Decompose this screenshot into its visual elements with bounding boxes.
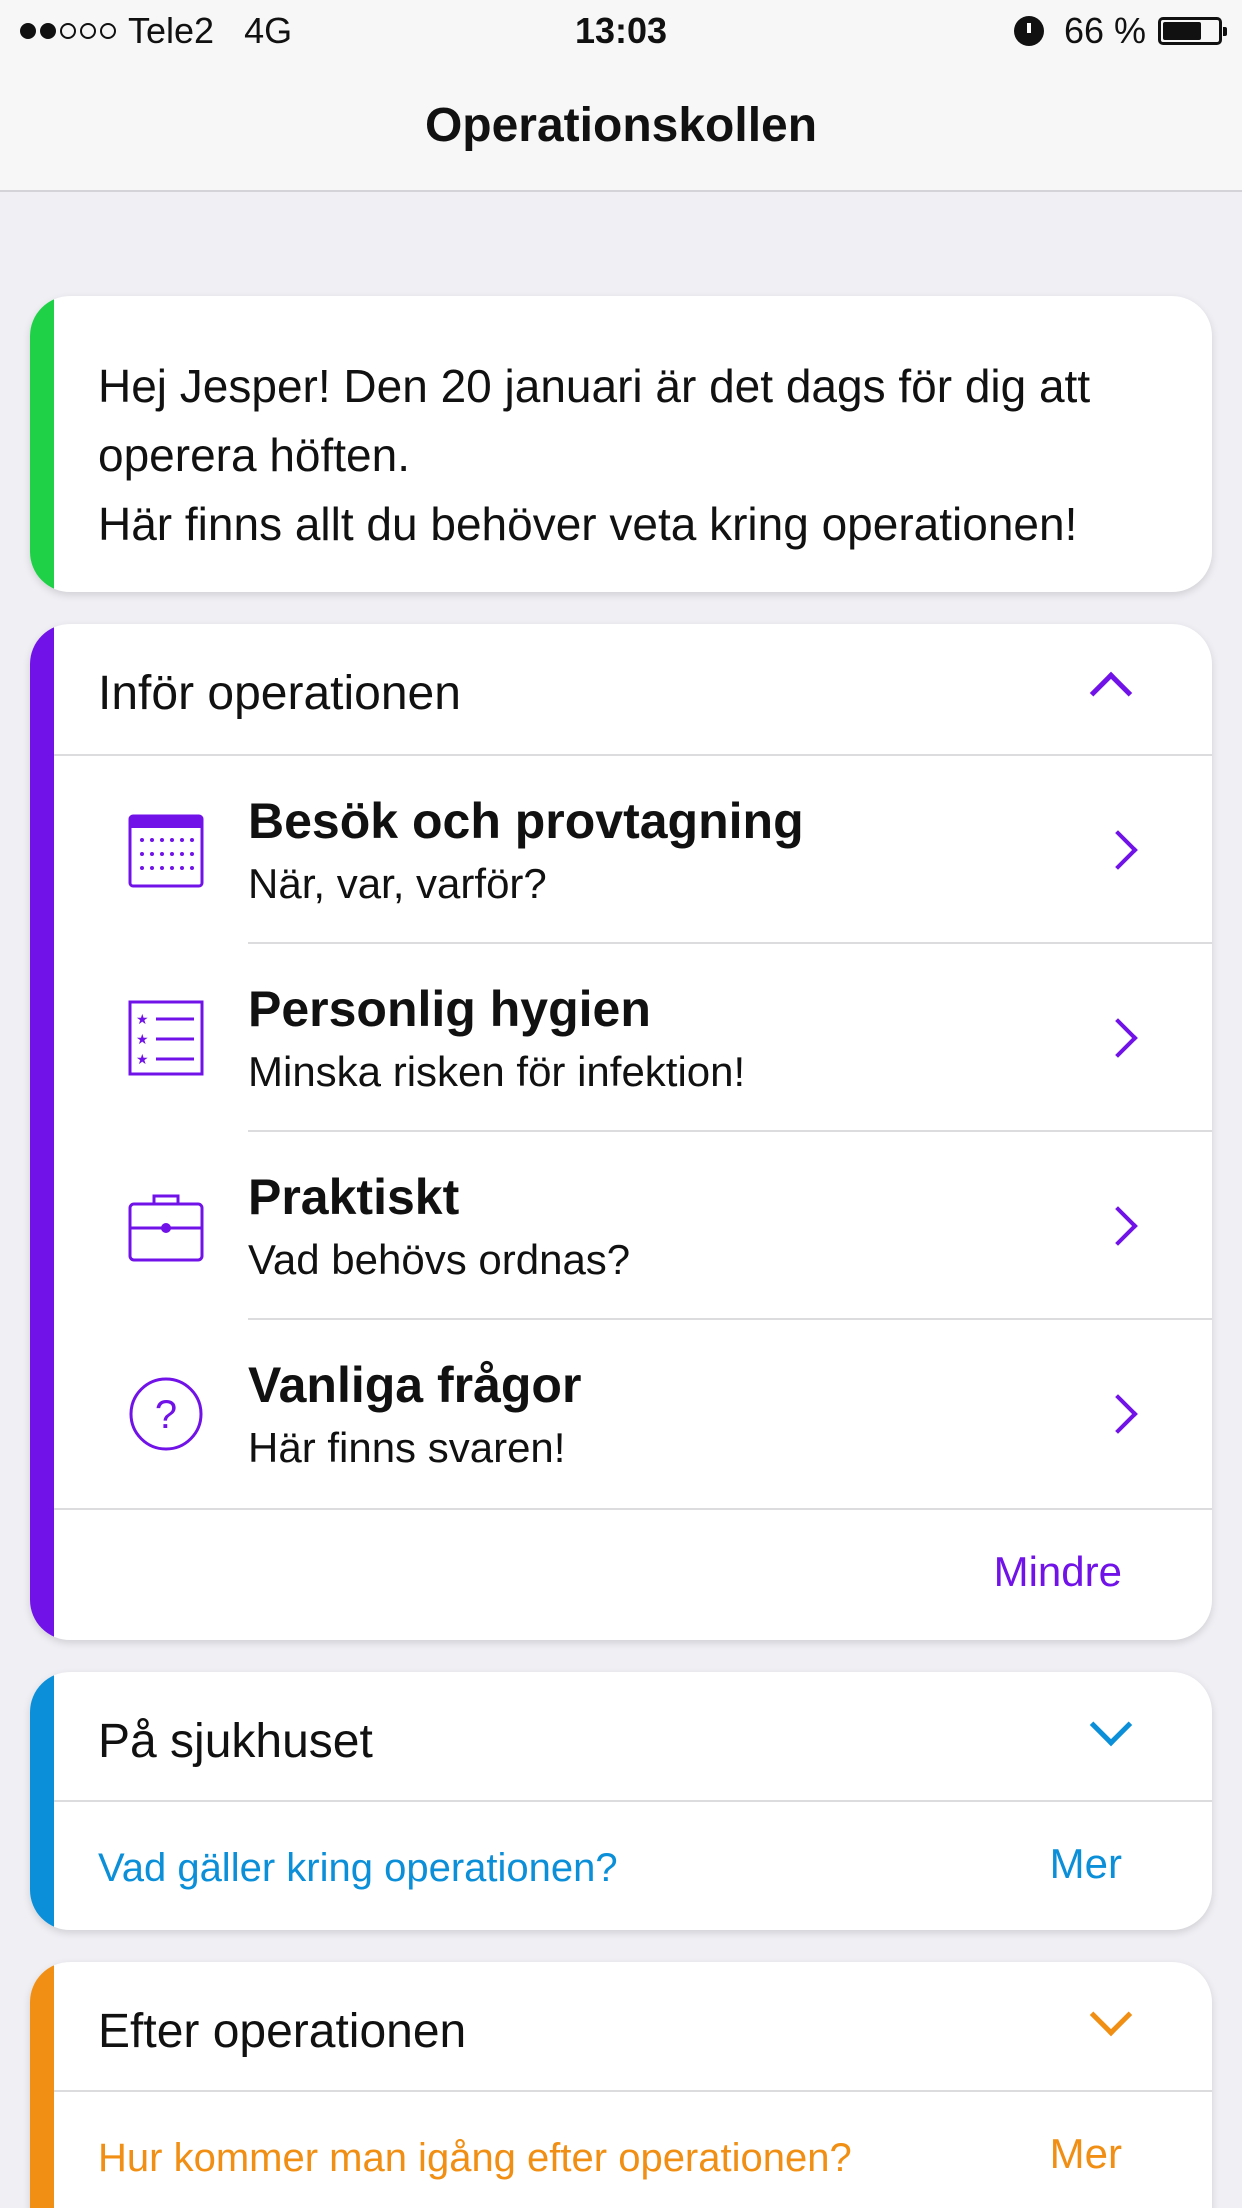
intro-accent-stripe [30,296,54,592]
divider [54,1508,1212,1510]
chevron-down-icon[interactable] [1089,1703,1133,1747]
calendar-icon [128,814,204,888]
svg-text:?: ? [155,1393,177,1437]
section-title: Inför operationen [98,667,461,720]
item-subtitle: Här finns svaren! [248,1424,566,1471]
status-bar: Tele2 4G 13:03 66 % [0,0,1242,62]
page-title: Operationskollen [424,99,818,152]
chevron-down-icon[interactable] [1089,1993,1133,2037]
checklist-icon: ★ ★ ★ [128,1000,204,1076]
chevron-right-icon [1098,1394,1138,1434]
chevron-right-icon [1098,830,1138,870]
chevron-up-icon[interactable] [1089,671,1133,715]
item-title: Besök och provtagning [248,793,804,849]
section-title: Efter operationen [98,2005,467,2058]
section-card-prep: Inför operationen Besök och provtagning … [30,624,1212,1640]
less-button[interactable]: Mindre [994,1548,1122,1596]
alarm-icon [1013,16,1044,46]
battery-icon [1158,17,1227,45]
section-card-hospital: På sjukhuset Vad gäller kring operatione… [30,1672,1212,1930]
item-title: Praktiskt [248,1169,460,1225]
section-teaser-link[interactable]: Hur kommer man igång efter operationen? [98,2136,852,2181]
briefcase-icon [128,1194,204,1262]
list-item-faq[interactable]: ? Vanliga frågor Här finns svaren! [54,1320,1212,1508]
item-subtitle: Vad behövs ordnas? [248,1236,631,1283]
chevron-right-icon [1098,1206,1138,1246]
section-title: På sjukhuset [98,1715,373,1768]
svg-text:★: ★ [136,1032,149,1048]
item-subtitle: När, var, varför? [248,860,547,907]
after-accent-stripe [30,1962,54,2208]
section-teaser-link[interactable]: Vad gäller kring operationen? [98,1846,618,1891]
list-item-visits[interactable]: Besök och provtagning När, var, varför? [54,756,1212,944]
item-title: Personlig hygien [248,981,651,1037]
question-icon: ? [129,1377,203,1451]
navigation-bar: Operationskollen [0,62,1242,192]
intro-message: Hej Jesper! Den 20 januari är det dags f… [98,352,1172,559]
item-subtitle: Minska risken för infektion! [248,1048,746,1095]
list-item-practical[interactable]: Praktiskt Vad behövs ordnas? [54,1132,1212,1320]
divider [54,1800,1212,1802]
intro-card: Hej Jesper! Den 20 januari är det dags f… [30,296,1212,592]
battery-percent: 66 % [1063,10,1146,51]
intro-line-1: Hej Jesper! Den 20 januari är det dags f… [98,360,1091,481]
item-title: Vanliga frågor [248,1357,582,1413]
chevron-right-icon [1098,1018,1138,1058]
prep-accent-stripe [30,624,54,1640]
svg-text:★: ★ [136,1052,149,1068]
svg-text:★: ★ [136,1012,149,1028]
list-item-hygiene[interactable]: ★ ★ ★ Personlig hygien Minska risken för i… [54,944,1212,1132]
more-button[interactable]: Mer [1050,2130,1122,2178]
hospital-accent-stripe [30,1672,54,1930]
section-card-after: Efter operationen Hur kommer man igång e… [30,1962,1212,2208]
intro-line-2: Här finns allt du behöver veta kring ope… [98,498,1078,550]
divider [54,2090,1212,2092]
more-button[interactable]: Mer [1050,1840,1122,1888]
